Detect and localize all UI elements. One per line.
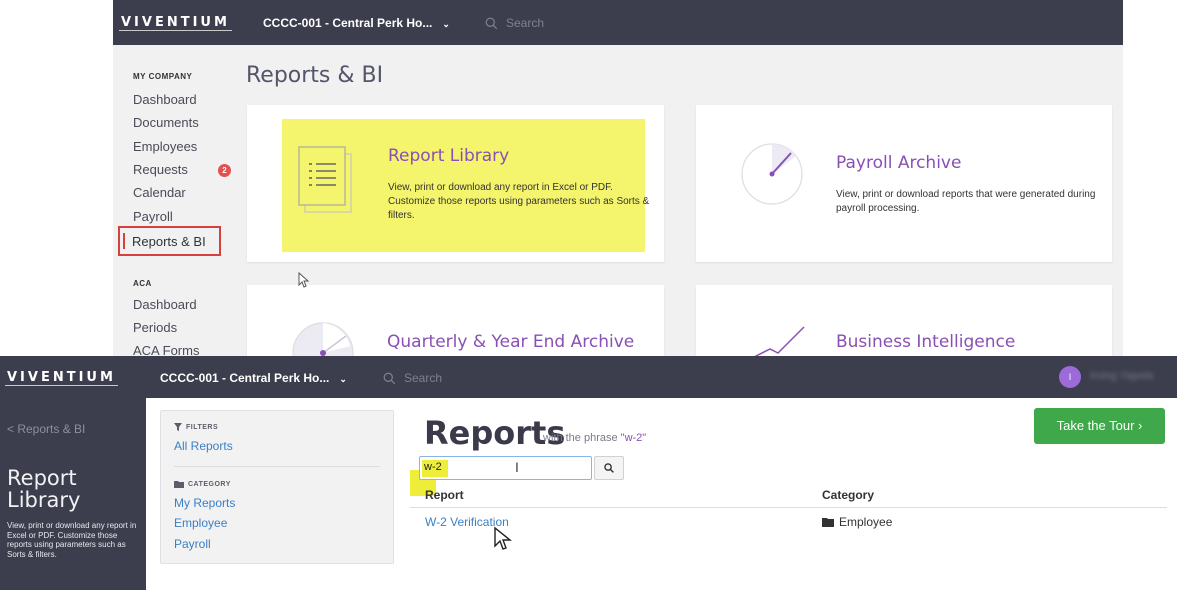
sidebar-item-reports-bi[interactable]: Reports & BI [118, 226, 221, 256]
search-icon [383, 372, 396, 384]
sidebar-item-payroll[interactable]: Payroll [133, 209, 173, 224]
column-header-category[interactable]: Category [822, 488, 874, 502]
user-avatar[interactable]: I [1059, 366, 1081, 388]
company-name: CCCC-001 - Central Perk Ho... [160, 371, 330, 385]
category-heading: CATEGORY [174, 480, 231, 488]
folder-icon [822, 518, 834, 527]
chevron-down-icon: ⌄ [442, 19, 450, 29]
search-icon [485, 17, 498, 29]
active-indicator [123, 233, 125, 249]
page-title: Reports & BI [246, 63, 384, 88]
category-employee[interactable]: Employee [174, 516, 227, 530]
global-search[interactable]: Search [383, 371, 442, 385]
user-name[interactable]: Irving Yapola [1090, 370, 1153, 382]
top-navigation-bar: VIVENTIUM CCCC-001 - Central Perk Ho... ⌄… [0, 356, 1177, 398]
viventium-logo[interactable]: VIVENTIUM [119, 15, 232, 31]
viventium-logo[interactable]: VIVENTIUM [5, 370, 118, 386]
report-library-screen: VIVENTIUM CCCC-001 - Central Perk Ho... ⌄… [0, 356, 1177, 590]
card-title: Business Intelligence [836, 332, 1016, 352]
phrase-value: "w-2" [620, 432, 647, 444]
payroll-archive-card[interactable]: Payroll Archive View, print or download … [696, 105, 1112, 262]
sidebar-item-dashboard[interactable]: Dashboard [133, 92, 197, 107]
mouse-pointer-icon [298, 272, 310, 288]
library-title: Report Library [7, 466, 81, 512]
search-icon [604, 463, 614, 473]
sidebar-item-calendar[interactable]: Calendar [133, 185, 186, 200]
mouse-pointer-icon [494, 526, 512, 550]
category-payroll[interactable]: Payroll [174, 537, 211, 551]
category-my-reports[interactable]: My Reports [174, 496, 235, 510]
sidebar-item-employees[interactable]: Employees [133, 139, 197, 154]
composite-screenshot: VIVENTIUM CCCC-001 - Central Perk Ho... ⌄… [0, 0, 1177, 590]
search-phrase-caption: with the phrase "w-2" [543, 432, 646, 444]
chevron-down-icon: ⌄ [339, 374, 347, 384]
card-title: Report Library [388, 146, 510, 166]
company-selector[interactable]: CCCC-001 - Central Perk Ho... ⌄ [160, 371, 347, 385]
logo-text: VIVENTIUM [121, 15, 230, 30]
requests-count-badge: 2 [218, 164, 231, 177]
aca-heading: ACA [133, 279, 152, 288]
sidebar-item-aca-dashboard[interactable]: Dashboard [133, 297, 197, 312]
category-heading-text: CATEGORY [188, 480, 231, 488]
search-placeholder: Search [404, 371, 443, 385]
business-intelligence-card[interactable]: Business Intelligence [696, 285, 1112, 362]
search-submit-button[interactable] [594, 456, 624, 480]
filters-heading: FILTERS [174, 423, 218, 431]
my-company-heading: MY COMPANY [133, 72, 193, 81]
sidebar-item-periods[interactable]: Periods [133, 320, 177, 335]
report-category-cell: Employee [822, 515, 892, 529]
sidebar: MY COMPANY Dashboard Documents Employees… [113, 45, 233, 362]
reports-bi-screen: VIVENTIUM CCCC-001 - Central Perk Ho... ⌄… [113, 0, 1123, 362]
company-selector[interactable]: CCCC-001 - Central Perk Ho... ⌄ [263, 16, 450, 30]
top-navigation-bar: VIVENTIUM CCCC-001 - Central Perk Ho... ⌄… [113, 0, 1123, 45]
report-search-input[interactable]: w-2 [419, 456, 592, 480]
card-title: Quarterly & Year End Archive [387, 332, 635, 352]
quarterly-year-end-archive-card[interactable]: Quarterly & Year End Archive [247, 285, 664, 362]
global-search[interactable]: Search [485, 16, 544, 30]
take-the-tour-button[interactable]: Take the Tour › [1034, 408, 1165, 444]
search-input-value: w-2 [424, 461, 442, 473]
card-description: View, print or download any report in Ex… [388, 182, 650, 221]
card-title: Payroll Archive [836, 153, 962, 173]
sidebar-item-requests[interactable]: Requests [133, 162, 188, 177]
library-description: View, print or download any report in Ex… [7, 521, 137, 559]
filters-panel: FILTERS All Reports CATEGORY My Reports … [160, 410, 394, 564]
sidebar-item-documents[interactable]: Documents [133, 115, 199, 130]
column-header-report[interactable]: Report [425, 488, 464, 502]
phrase-prefix: with the phrase [543, 432, 618, 444]
folder-icon [174, 481, 184, 488]
company-name: CCCC-001 - Central Perk Ho... [263, 16, 433, 30]
filters-divider [174, 466, 380, 467]
category-text: Employee [839, 515, 893, 529]
logo-text: VIVENTIUM [7, 370, 116, 385]
card-description: View, print or download reports that wer… [836, 189, 1096, 214]
filter-all-reports[interactable]: All Reports [174, 439, 233, 453]
back-to-reports-bi-link[interactable]: < Reports & BI [7, 422, 85, 436]
table-header-divider [410, 507, 1167, 508]
clock-icon [741, 143, 803, 205]
report-library-panel: < Reports & BI Report Library View, prin… [0, 398, 146, 590]
filter-icon [174, 423, 182, 431]
report-library-card[interactable]: Report Library View, print or download a… [247, 105, 664, 262]
document-list-icon [298, 146, 352, 213]
text-cursor-icon: I [515, 459, 519, 475]
filters-heading-text: FILTERS [186, 423, 219, 431]
sidebar-item-label: Reports & BI [132, 234, 206, 249]
search-placeholder: Search [506, 16, 545, 30]
